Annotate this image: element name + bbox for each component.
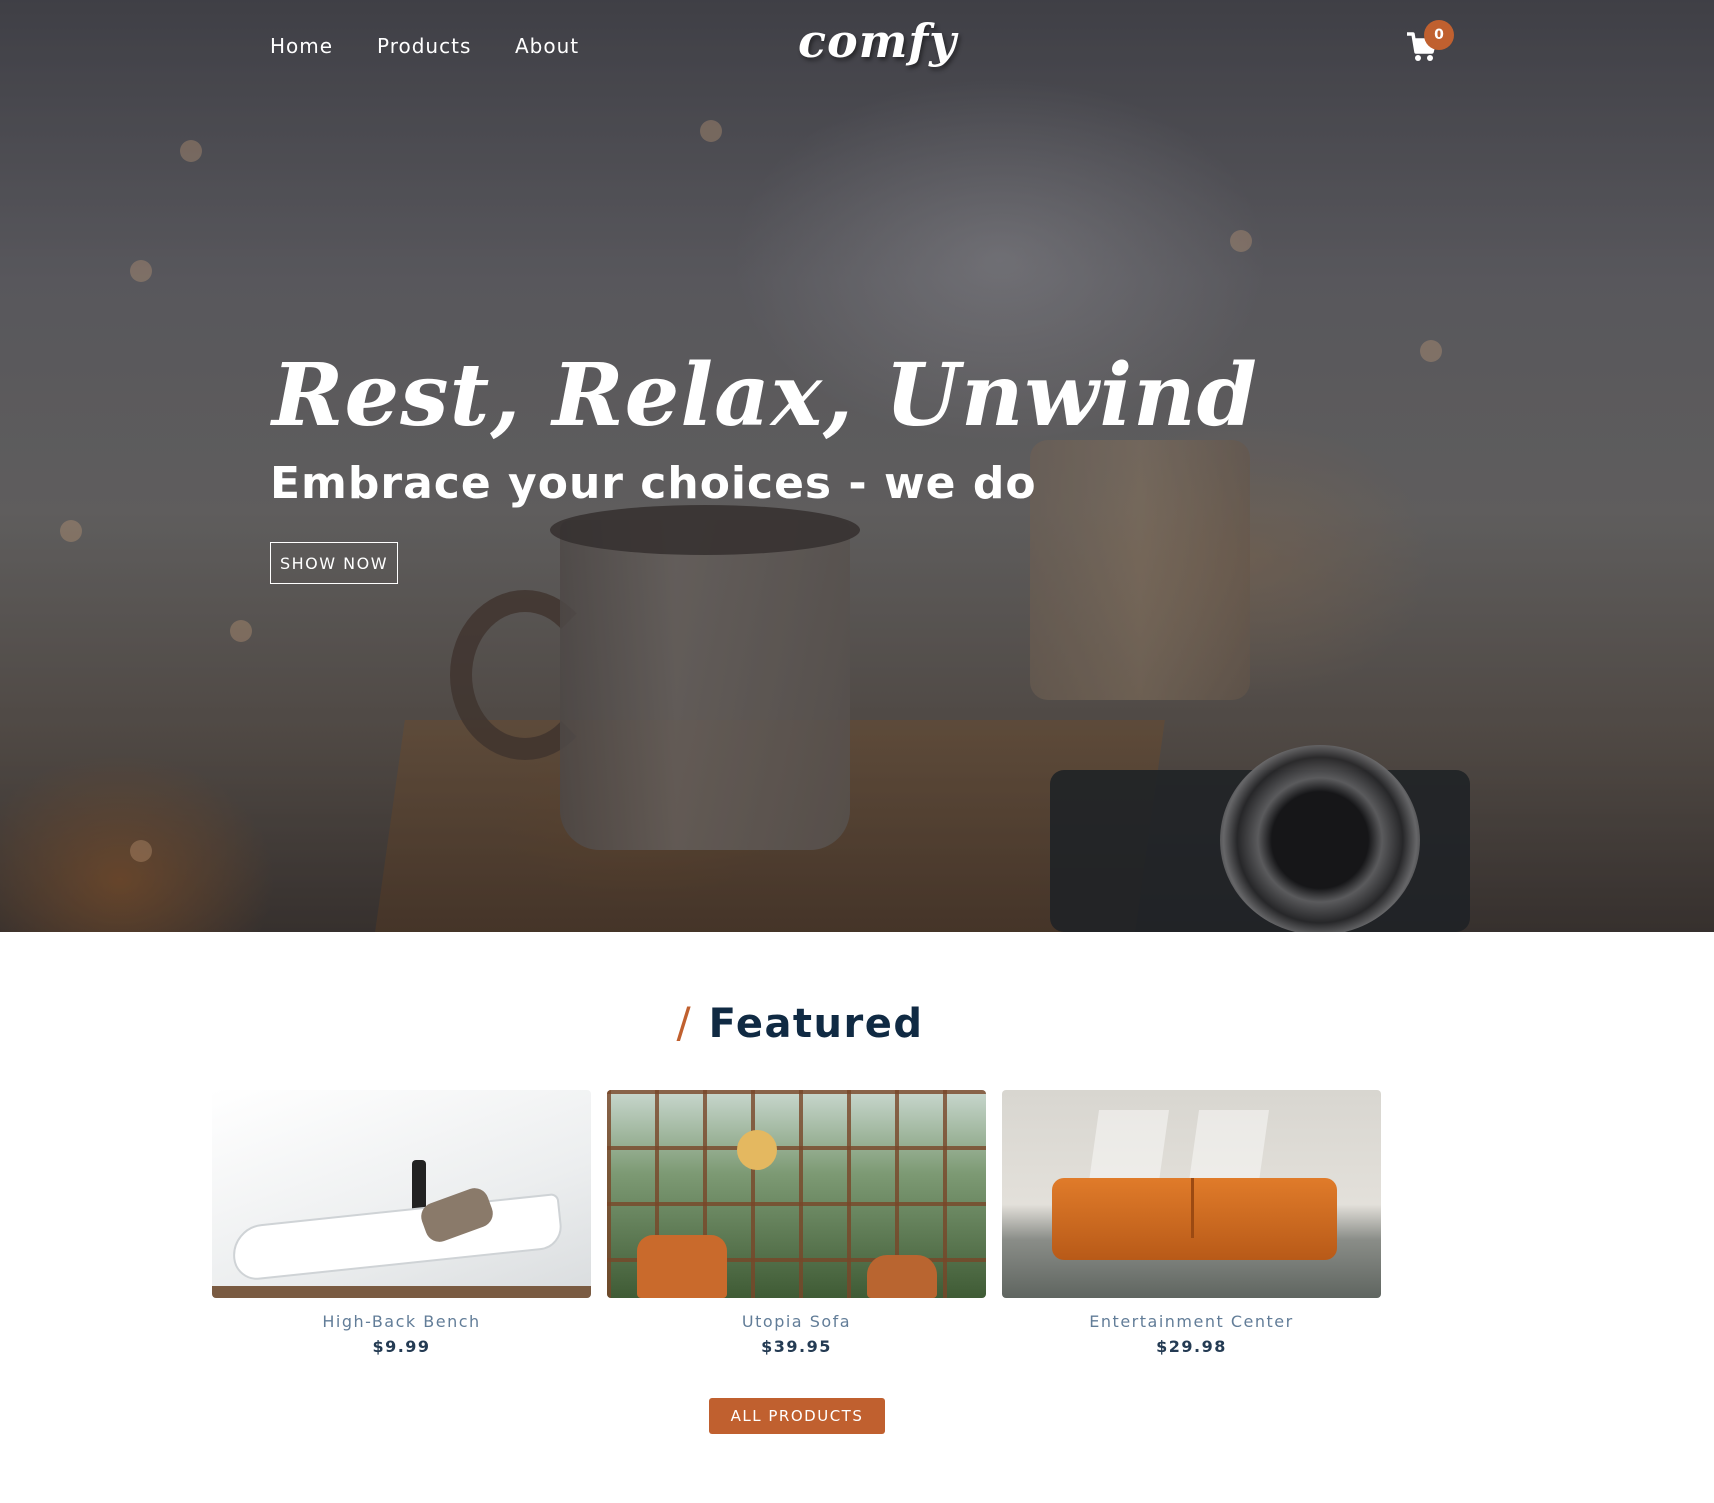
product-name: High-Back Bench xyxy=(322,1312,481,1331)
nav-link-about[interactable]: About xyxy=(515,34,579,58)
product-card[interactable]: Entertainment Center $29.98 xyxy=(1002,1090,1381,1356)
hero-banner: Home Products About comfy 0 Rest, Relax,… xyxy=(0,0,1714,932)
all-products-button[interactable]: ALL PRODUCTS xyxy=(709,1398,885,1434)
product-name: Utopia Sofa xyxy=(741,1312,852,1331)
product-price: $9.99 xyxy=(372,1337,431,1356)
product-image-utopia-sofa[interactable] xyxy=(607,1090,986,1298)
chair-shape xyxy=(867,1255,937,1298)
nav-link-products[interactable]: Products xyxy=(377,34,471,58)
product-name: Entertainment Center xyxy=(1089,1312,1294,1331)
featured-title: Featured xyxy=(708,1001,924,1047)
nav-link-home[interactable]: Home xyxy=(270,34,333,58)
product-card[interactable]: Utopia Sofa $39.95 xyxy=(607,1090,986,1356)
product-price: $29.98 xyxy=(1156,1337,1227,1356)
lamp-shape xyxy=(737,1130,777,1170)
sofa-shape xyxy=(1052,1178,1337,1260)
floor-rug xyxy=(212,1286,591,1298)
top-navbar: Home Products About comfy 0 xyxy=(0,0,1714,96)
product-price: $39.95 xyxy=(761,1337,832,1356)
show-now-button[interactable]: SHOW NOW xyxy=(270,542,398,584)
featured-heading: / Featured xyxy=(0,998,1600,1047)
featured-slash: / xyxy=(676,998,691,1047)
bench-shape xyxy=(230,1192,564,1283)
product-image-high-back-bench[interactable] xyxy=(212,1090,591,1298)
chair-shape xyxy=(637,1235,727,1298)
hero-title: Rest, Relax, Unwind xyxy=(272,345,1258,446)
product-image-entertainment-center[interactable] xyxy=(1002,1090,1381,1298)
cart-count-badge: 0 xyxy=(1424,20,1454,50)
brand-logo[interactable]: comfy xyxy=(798,14,957,68)
hero-subtitle: Embrace your choices - we do xyxy=(270,458,1037,509)
product-card[interactable]: High-Back Bench $9.99 xyxy=(212,1090,591,1356)
sofa-seam xyxy=(1191,1178,1194,1238)
